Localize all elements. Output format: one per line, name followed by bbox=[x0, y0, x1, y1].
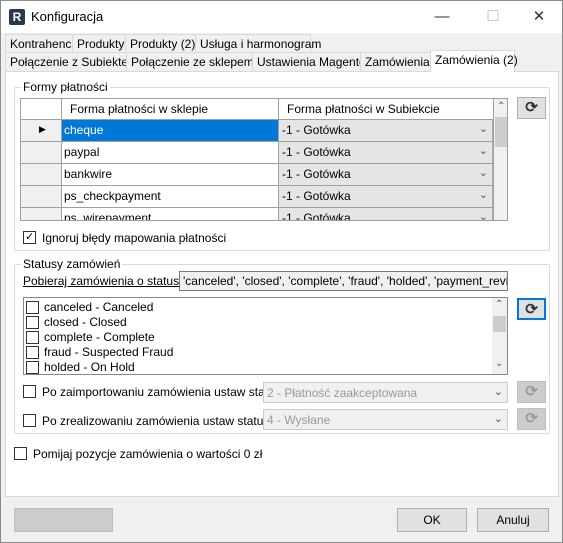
after-import-label: Po zaimportowaniu zamówienia ustaw statu… bbox=[42, 385, 285, 399]
scroll-up-icon[interactable]: ⌃ bbox=[497, 101, 505, 112]
subiekt-payment-cell[interactable]: -1 - Gotówka ⌄ bbox=[279, 208, 494, 221]
scroll-thumb[interactable] bbox=[493, 316, 506, 332]
refresh-icon: ⟳ bbox=[525, 410, 538, 427]
config-window: R Konfiguracja — ☐ ✕ Kontrahenci Produkt… bbox=[0, 0, 563, 543]
tab-ustawienia-magento[interactable]: Ustawienia Magento bbox=[252, 52, 366, 71]
status-checkbox[interactable] bbox=[26, 316, 39, 329]
status-list-scrollbar[interactable]: ⌃ ⌄ bbox=[492, 298, 507, 374]
scroll-thumb[interactable] bbox=[495, 117, 507, 147]
status-checkbox[interactable] bbox=[26, 346, 39, 359]
after-import-checkbox[interactable] bbox=[23, 385, 36, 398]
after-import-select[interactable]: 2 - Płatność zaakceptowana ⌄ bbox=[263, 382, 508, 403]
row-header[interactable]: ▶ bbox=[21, 120, 62, 142]
chevron-down-icon: ⌄ bbox=[478, 123, 488, 135]
subiekt-payment-select[interactable]: -1 - Gotówka ⌄ bbox=[279, 120, 493, 141]
refresh-payments-button[interactable]: ⟳ bbox=[517, 97, 546, 119]
chevron-down-icon: ⌄ bbox=[493, 386, 503, 398]
chevron-down-icon: ⌄ bbox=[478, 167, 488, 179]
refresh-icon: ⟳ bbox=[525, 301, 538, 318]
refresh-after-import-button: ⟳ bbox=[517, 381, 546, 403]
row-header[interactable] bbox=[21, 208, 62, 220]
tab-zamowienia-2[interactable]: Zamówienia (2) bbox=[430, 50, 518, 72]
disabled-button bbox=[14, 508, 113, 532]
after-complete-select[interactable]: 4 - Wysłane ⌄ bbox=[263, 409, 508, 430]
shop-payment-cell[interactable]: ps_checkpayment bbox=[62, 186, 279, 208]
scroll-down-icon[interactable]: ⌄ bbox=[495, 358, 503, 369]
status-checkbox[interactable] bbox=[26, 361, 39, 374]
shop-payment-cell[interactable]: paypal bbox=[62, 142, 279, 164]
tab-produkty[interactable]: Produkty bbox=[72, 34, 126, 53]
status-checkbox[interactable] bbox=[26, 331, 39, 344]
window-title: Konfiguracja bbox=[31, 9, 104, 24]
chevron-down-icon: ⌄ bbox=[493, 413, 503, 425]
shop-payment-cell[interactable]: bankwire bbox=[62, 164, 279, 186]
status-item-label: fraud - Suspected Fraud bbox=[44, 345, 174, 359]
tab-usluga-harmonogram[interactable]: Usługa i harmonogram bbox=[195, 34, 321, 53]
scroll-up-icon[interactable]: ⌃ bbox=[495, 299, 503, 310]
subiekt-payment-cell[interactable]: -1 - Gotówka ⌄ bbox=[279, 186, 494, 208]
tab-produkty-2[interactable]: Produkty (2) bbox=[125, 34, 196, 53]
status-item-label: complete - Complete bbox=[44, 330, 155, 344]
ok-button[interactable]: OK bbox=[397, 508, 467, 532]
current-row-icon: ▶ bbox=[39, 124, 46, 134]
subiekt-payment-value: -1 - Gotówka bbox=[282, 189, 351, 203]
statuses-group-label: Statusy zamówień bbox=[21, 257, 123, 271]
after-complete-value: 4 - Wysłane bbox=[267, 413, 331, 427]
row-header[interactable] bbox=[21, 142, 62, 164]
cancel-button[interactable]: Anuluj bbox=[477, 508, 549, 532]
shop-payment-cell[interactable]: cheque bbox=[62, 120, 279, 142]
fetch-status-label: Pobieraj zamówienia o statusie: bbox=[23, 274, 192, 288]
minimize-icon[interactable]: — bbox=[427, 7, 457, 27]
subiekt-payment-select[interactable]: -1 - Gotówka ⌄ bbox=[279, 164, 493, 185]
grid-scrollbar[interactable]: ⌃ bbox=[494, 99, 507, 220]
chevron-down-icon: ⌄ bbox=[478, 189, 488, 201]
subiekt-payment-select[interactable]: -1 - Gotówka ⌄ bbox=[279, 142, 493, 163]
payments-grid: Forma płatności w sklepie Forma płatnośc… bbox=[20, 98, 508, 221]
payments-group-label: Formy płatności bbox=[21, 80, 110, 94]
tab-kontrahenci[interactable]: Kontrahenci bbox=[5, 34, 74, 53]
status-checkbox[interactable] bbox=[26, 301, 39, 314]
after-complete-label: Po zrealizowaniu zamówienia ustaw status… bbox=[42, 414, 273, 428]
status-item-label: holded - On Hold bbox=[44, 360, 135, 374]
refresh-after-complete-button: ⟳ bbox=[517, 408, 546, 430]
after-complete-checkbox[interactable] bbox=[23, 414, 36, 427]
status-checklist[interactable]: canceled - Canceled closed - Closed comple… bbox=[23, 297, 508, 375]
chevron-down-icon: ⌄ bbox=[478, 211, 488, 221]
subiekt-payment-cell[interactable]: -1 - Gotówka ⌄ bbox=[279, 142, 494, 164]
subiekt-payment-value: -1 - Gotówka bbox=[282, 123, 351, 137]
subiekt-payment-select[interactable]: -1 - Gotówka ⌄ bbox=[279, 208, 493, 221]
app-logo-icon: R bbox=[9, 9, 25, 25]
ignore-errors-checkbox[interactable]: ✓ bbox=[23, 231, 36, 244]
fetch-status-input[interactable]: 'canceled', 'closed', 'complete', 'fraud… bbox=[179, 271, 508, 291]
maximize-icon: ☐ bbox=[486, 8, 500, 25]
subiekt-payment-value: -1 - Gotówka bbox=[282, 211, 351, 221]
subiekt-payment-cell[interactable]: -1 - Gotówka ⌄ bbox=[279, 120, 494, 142]
subiekt-payment-select[interactable]: -1 - Gotówka ⌄ bbox=[279, 186, 493, 207]
skip-zero-checkbox[interactable] bbox=[14, 447, 27, 460]
title-bar: R Konfiguracja — ☐ ✕ bbox=[1, 1, 562, 33]
close-icon[interactable]: ✕ bbox=[524, 7, 554, 27]
row-header[interactable] bbox=[21, 186, 62, 208]
grid-corner bbox=[21, 99, 62, 120]
column-header-shop[interactable]: Forma płatności w sklepie bbox=[62, 99, 279, 120]
subiekt-payment-value: -1 - Gotówka bbox=[282, 145, 351, 159]
chevron-down-icon: ⌄ bbox=[478, 145, 488, 157]
tab-zamowienia[interactable]: Zamówienia bbox=[360, 52, 431, 71]
refresh-icon: ⟳ bbox=[525, 383, 538, 400]
row-header[interactable] bbox=[21, 164, 62, 186]
refresh-statuses-button[interactable]: ⟳ bbox=[517, 298, 546, 320]
column-header-subiekt[interactable]: Forma płatności w Subiekcie bbox=[279, 99, 494, 120]
check-icon: ✓ bbox=[25, 231, 35, 243]
tab-polaczenie-subiekt[interactable]: Połączenie z Subiektem bbox=[5, 52, 138, 71]
after-import-value: 2 - Płatność zaakceptowana bbox=[267, 386, 418, 400]
tab-polaczenie-sklep[interactable]: Połączenie ze sklepem bbox=[126, 52, 254, 71]
refresh-icon: ⟳ bbox=[525, 99, 538, 116]
status-item-label: closed - Closed bbox=[44, 315, 127, 329]
ignore-errors-label: Ignoruj błędy mapowania płatności bbox=[42, 231, 227, 245]
skip-zero-label: Pomijaj pozycje zamówienia o wartości 0 … bbox=[33, 447, 263, 461]
shop-payment-cell[interactable]: ps_wirepayment bbox=[62, 208, 279, 220]
status-item-label: canceled - Canceled bbox=[44, 300, 154, 314]
subiekt-payment-cell[interactable]: -1 - Gotówka ⌄ bbox=[279, 164, 494, 186]
subiekt-payment-value: -1 - Gotówka bbox=[282, 167, 351, 181]
